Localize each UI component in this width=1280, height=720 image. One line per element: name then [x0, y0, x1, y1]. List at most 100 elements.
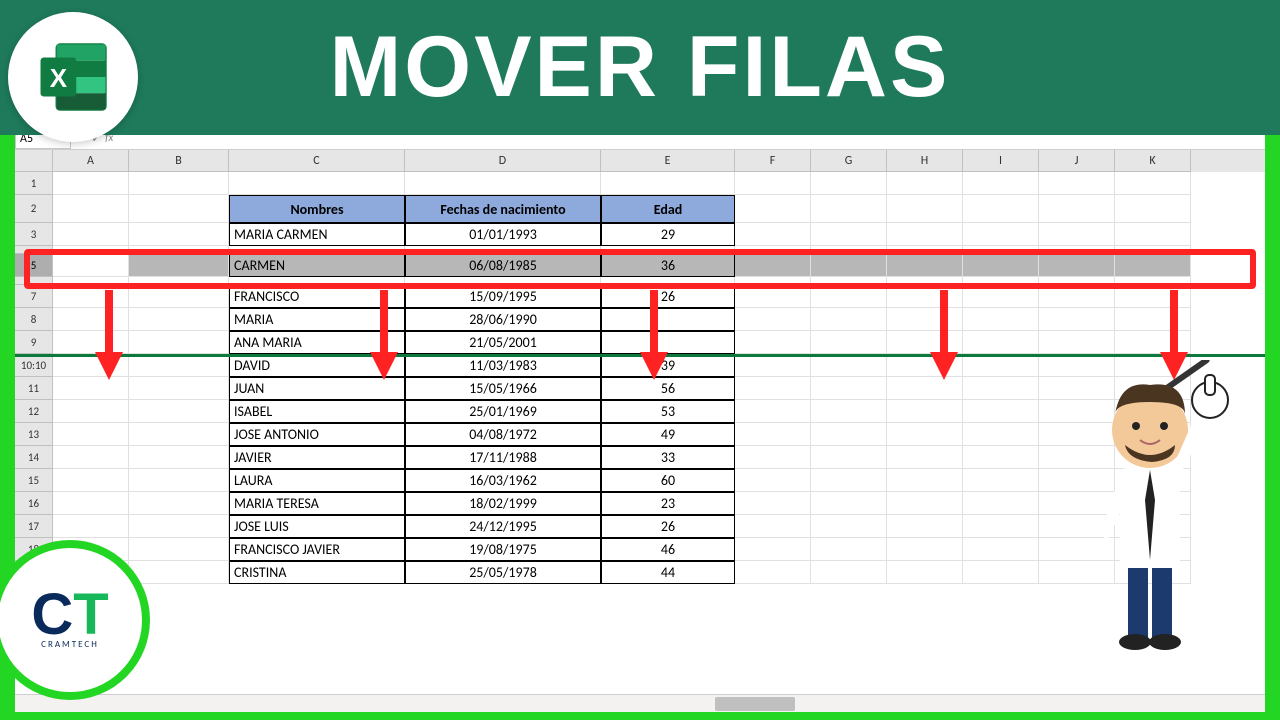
row-header[interactable]: 1 — [15, 172, 53, 195]
cell[interactable] — [229, 246, 405, 254]
table-row[interactable]: 5CARMEN06/08/198536 — [15, 254, 1265, 277]
table-row[interactable]: 3MARIA CARMEN01/01/199329 — [15, 223, 1265, 246]
cell[interactable] — [811, 354, 887, 377]
cell[interactable] — [129, 354, 229, 377]
cell[interactable] — [735, 285, 811, 308]
cell[interactable]: CARMEN — [229, 254, 405, 277]
row-header[interactable]: 15 — [15, 469, 53, 492]
cell[interactable] — [53, 223, 129, 246]
cell[interactable]: 36 — [601, 254, 735, 277]
cell[interactable] — [129, 223, 229, 246]
cell[interactable] — [811, 195, 887, 223]
cell[interactable]: 15/05/1966 — [405, 377, 601, 400]
cell[interactable]: ISABEL — [229, 400, 405, 423]
cell[interactable]: JAVIER — [229, 446, 405, 469]
cell[interactable] — [811, 331, 887, 354]
cell[interactable] — [811, 400, 887, 423]
cell[interactable] — [129, 254, 229, 277]
cell[interactable]: MARIA CARMEN — [229, 223, 405, 246]
cell[interactable] — [963, 423, 1039, 446]
cell[interactable] — [129, 400, 229, 423]
row-header[interactable]: 12 — [15, 400, 53, 423]
cell[interactable] — [1039, 285, 1115, 308]
cell[interactable] — [963, 538, 1039, 561]
cell[interactable] — [129, 285, 229, 308]
row-header[interactable]: 13 — [15, 423, 53, 446]
cell[interactable] — [735, 469, 811, 492]
cell[interactable] — [229, 172, 405, 195]
cell[interactable] — [1039, 223, 1115, 246]
cell[interactable]: 15/09/1995 — [405, 285, 601, 308]
cell[interactable] — [887, 469, 963, 492]
cell[interactable] — [53, 254, 129, 277]
col-header-e[interactable]: E — [601, 150, 735, 172]
cell[interactable] — [601, 172, 735, 195]
cell[interactable]: 17/11/1988 — [405, 446, 601, 469]
cell[interactable] — [811, 308, 887, 331]
cell[interactable]: 21/05/2001 — [405, 331, 601, 354]
cell[interactable] — [53, 423, 129, 446]
cell[interactable] — [405, 277, 601, 285]
cell[interactable]: JOSE ANTONIO — [229, 423, 405, 446]
row-header[interactable]: 10:10 — [15, 354, 53, 377]
table-row[interactable]: 2NombresFechas de nacimientoEdad — [15, 195, 1265, 223]
col-header-c[interactable]: C — [229, 150, 405, 172]
cell[interactable] — [53, 195, 129, 223]
col-header-k[interactable]: K — [1115, 150, 1191, 172]
cell[interactable] — [1039, 277, 1115, 285]
cell[interactable] — [53, 400, 129, 423]
cell[interactable] — [887, 195, 963, 223]
cell[interactable] — [887, 254, 963, 277]
row-header[interactable]: 5 — [15, 254, 53, 277]
cell[interactable] — [963, 469, 1039, 492]
cell[interactable] — [963, 515, 1039, 538]
cell[interactable] — [887, 446, 963, 469]
cell[interactable] — [963, 277, 1039, 285]
cell[interactable] — [963, 172, 1039, 195]
cell[interactable] — [53, 446, 129, 469]
cell[interactable] — [963, 492, 1039, 515]
cell[interactable] — [887, 492, 963, 515]
cell[interactable] — [601, 308, 735, 331]
cell[interactable] — [735, 354, 811, 377]
cell[interactable] — [735, 561, 811, 584]
cell[interactable] — [735, 331, 811, 354]
cell[interactable] — [129, 446, 229, 469]
row-header[interactable]: 11 — [15, 377, 53, 400]
cell[interactable]: Nombres — [229, 195, 405, 223]
cell[interactable] — [887, 223, 963, 246]
cell[interactable]: 01/01/1993 — [405, 223, 601, 246]
cell[interactable]: CRISTINA — [229, 561, 405, 584]
select-all-corner[interactable] — [15, 150, 53, 172]
cell[interactable] — [405, 246, 601, 254]
cell[interactable] — [811, 469, 887, 492]
cell[interactable] — [129, 377, 229, 400]
cell[interactable] — [887, 400, 963, 423]
cell[interactable]: 39 — [601, 354, 735, 377]
cell[interactable]: 46 — [601, 538, 735, 561]
cell[interactable]: FRANCISCO JAVIER — [229, 538, 405, 561]
cell[interactable] — [735, 195, 811, 223]
cell[interactable] — [1039, 195, 1115, 223]
cell[interactable] — [53, 246, 129, 254]
cell[interactable]: 33 — [601, 446, 735, 469]
cell[interactable] — [963, 195, 1039, 223]
cell[interactable]: 26 — [601, 515, 735, 538]
cell[interactable] — [963, 377, 1039, 400]
col-header-d[interactable]: D — [405, 150, 601, 172]
row-header[interactable] — [15, 277, 53, 285]
col-header-b[interactable]: B — [129, 150, 229, 172]
col-header-h[interactable]: H — [887, 150, 963, 172]
cell[interactable] — [129, 195, 229, 223]
row-header[interactable] — [15, 246, 53, 254]
cell[interactable] — [735, 538, 811, 561]
cell[interactable] — [1039, 172, 1115, 195]
cell[interactable] — [129, 469, 229, 492]
cell[interactable] — [963, 446, 1039, 469]
cell[interactable] — [1115, 172, 1191, 195]
cell[interactable] — [811, 254, 887, 277]
cell[interactable]: 11/03/1983 — [405, 354, 601, 377]
cell[interactable]: LAURA — [229, 469, 405, 492]
cell[interactable] — [811, 285, 887, 308]
cell[interactable] — [129, 308, 229, 331]
